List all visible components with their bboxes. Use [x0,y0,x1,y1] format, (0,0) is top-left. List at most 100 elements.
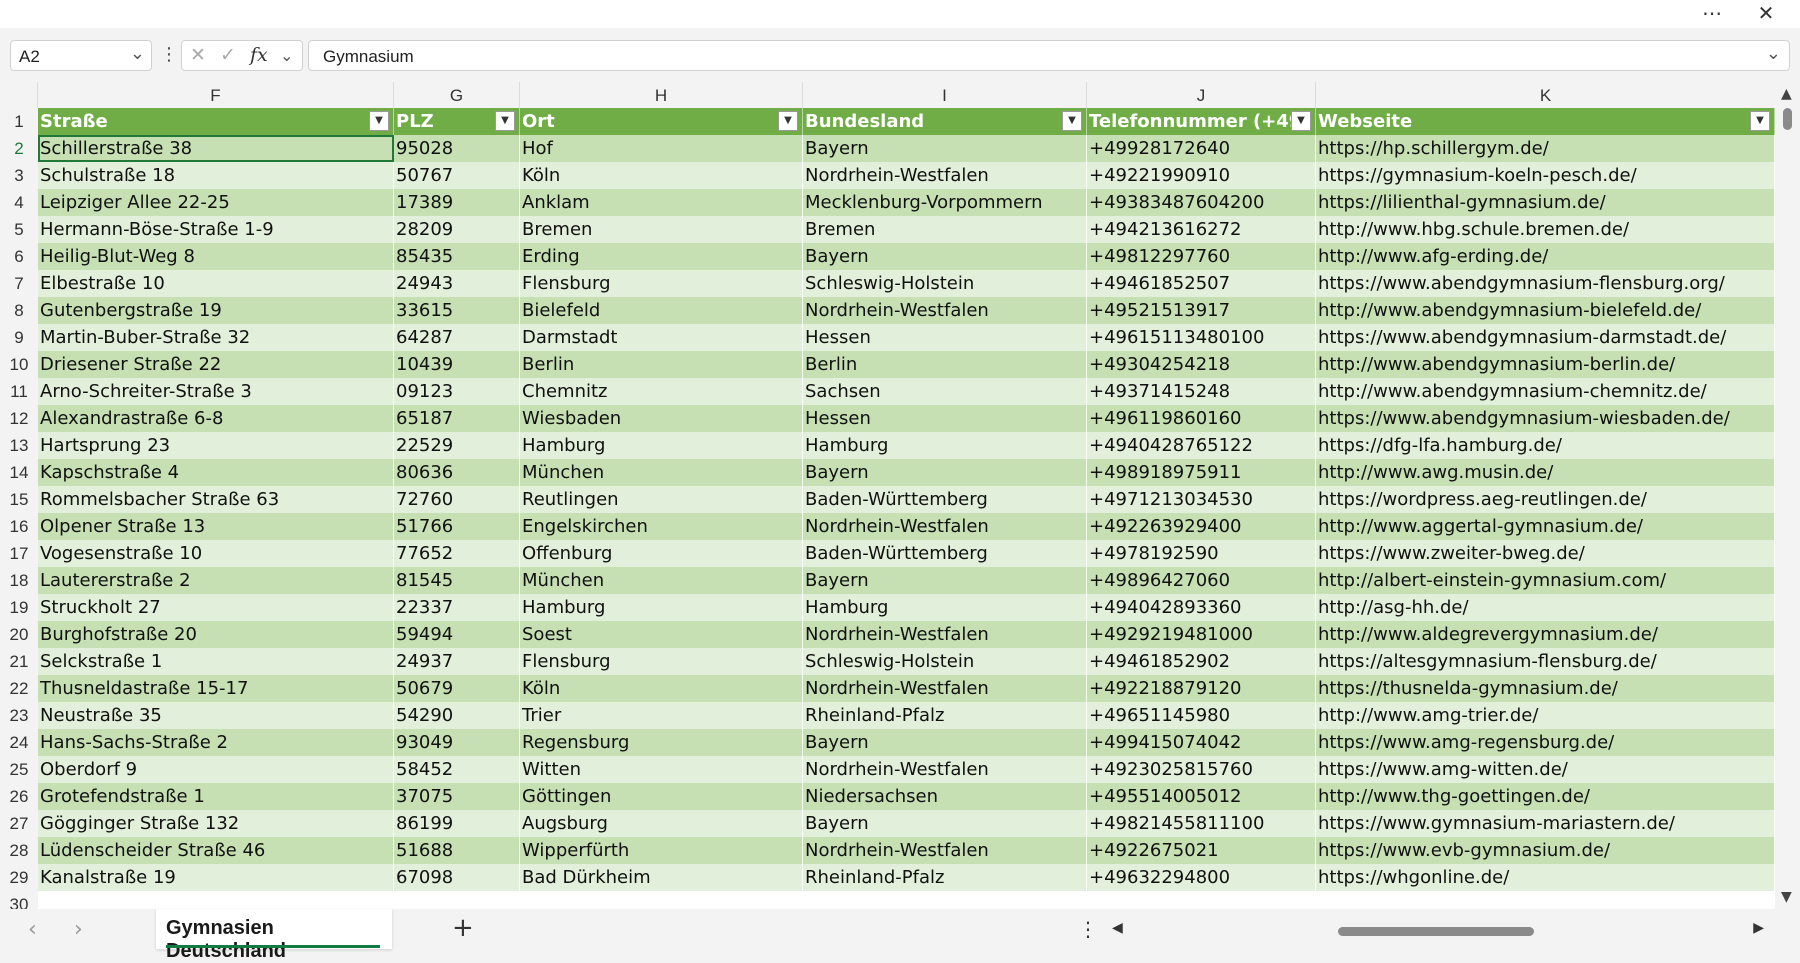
row-header[interactable]: 23 [0,702,38,729]
table-cell[interactable]: Nordrhein-Westfalen [803,513,1087,540]
scroll-up-icon[interactable]: ▲ [1781,86,1792,102]
table-cell[interactable]: Lautererstraße 2 [38,567,394,594]
row-header[interactable]: 3 [0,162,38,189]
header-cell[interactable]: Bundesland ▼ [803,108,1087,135]
table-cell[interactable]: +494042893360 [1087,594,1316,621]
table-cell[interactable]: http://www.aggertal-gymnasium.de/ [1316,513,1775,540]
column-header-f[interactable]: F [38,82,394,108]
row-header[interactable]: 14 [0,459,38,486]
table-cell[interactable]: 95028 [394,135,520,162]
table-cell[interactable]: Bayern [803,135,1087,162]
table-cell[interactable]: Rommelsbacher Straße 63 [38,486,394,513]
next-sheet-icon[interactable]: › [74,917,83,942]
table-cell[interactable]: http://www.awg.musin.de/ [1316,459,1775,486]
table-cell[interactable]: 85435 [394,243,520,270]
row-header[interactable]: 16 [0,513,38,540]
vertical-scrollbar[interactable]: ▲ ▼ [1775,82,1800,909]
table-cell[interactable]: Neustraße 35 [38,702,394,729]
table-cell[interactable]: Anklam [520,189,803,216]
scroll-right-icon[interactable]: ▶ [1753,920,1764,936]
row-header[interactable]: 2 [0,135,38,162]
table-cell[interactable]: Selckstraße 1 [38,648,394,675]
filter-dropdown-icon[interactable]: ▼ [1750,111,1770,131]
table-cell[interactable]: Olpener Straße 13 [38,513,394,540]
table-cell[interactable]: Nordrhein-Westfalen [803,297,1087,324]
table-cell[interactable]: Berlin [520,351,803,378]
table-cell[interactable]: https://www.abendgymnasium-darmstadt.de/ [1316,324,1775,351]
table-cell[interactable]: 10439 [394,351,520,378]
table-cell[interactable]: Bad Dürkheim [520,864,803,891]
chevron-down-icon[interactable]: ⌄ [130,43,145,64]
table-cell[interactable]: Bremen [520,216,803,243]
table-cell[interactable]: +496119860160 [1087,405,1316,432]
name-box[interactable]: A2 ⌄ [10,40,152,71]
table-cell[interactable]: Burghofstraße 20 [38,621,394,648]
row-header[interactable]: 21 [0,648,38,675]
table-cell[interactable]: Kapschstraße 4 [38,459,394,486]
table-cell[interactable]: Kanalstraße 19 [38,864,394,891]
table-cell[interactable]: https://www.amg-witten.de/ [1316,756,1775,783]
table-cell[interactable]: +499415074042 [1087,729,1316,756]
table-cell[interactable]: Nordrhein-Westfalen [803,675,1087,702]
row-header[interactable]: 20 [0,621,38,648]
table-cell[interactable]: http://www.abendgymnasium-berlin.de/ [1316,351,1775,378]
table-cell[interactable]: Darmstadt [520,324,803,351]
table-cell[interactable]: +49632294800 [1087,864,1316,891]
table-cell[interactable]: Schleswig-Holstein [803,270,1087,297]
row-header[interactable]: 15 [0,486,38,513]
column-header-j[interactable]: J [1087,82,1316,108]
table-cell[interactable]: Flensburg [520,270,803,297]
table-cell[interactable]: +49821455811100 [1087,810,1316,837]
table-cell[interactable]: https://www.evb-gymnasium.de/ [1316,837,1775,864]
table-cell[interactable]: Gutenbergstraße 19 [38,297,394,324]
horizontal-scrollbar[interactable]: ◀ ▶ [1108,920,1768,942]
row-header[interactable]: 22 [0,675,38,702]
scroll-down-icon[interactable]: ▼ [1781,889,1792,905]
table-cell[interactable]: Witten [520,756,803,783]
table-cell[interactable]: https://www.zweiter-bweg.de/ [1316,540,1775,567]
table-cell[interactable]: Hamburg [803,432,1087,459]
table-cell[interactable]: https://www.abendgymnasium-wiesbaden.de/ [1316,405,1775,432]
table-cell[interactable]: Baden-Württemberg [803,540,1087,567]
column-header-i[interactable]: I [803,82,1087,108]
table-cell[interactable]: Lüdenscheider Straße 46 [38,837,394,864]
table-cell[interactable]: 81545 [394,567,520,594]
filter-dropdown-icon[interactable]: ▼ [495,111,515,131]
row-header[interactable]: 28 [0,837,38,864]
row-header[interactable]: 13 [0,432,38,459]
table-cell[interactable]: Hessen [803,405,1087,432]
table-cell[interactable]: http://www.abendgymnasium-chemnitz.de/ [1316,378,1775,405]
table-cell[interactable]: Soest [520,621,803,648]
chevron-down-icon[interactable]: ⌄ [280,46,293,65]
table-cell[interactable]: 17389 [394,189,520,216]
row-header[interactable]: 27 [0,810,38,837]
table-cell[interactable]: https://wordpress.aeg-reutlingen.de/ [1316,486,1775,513]
table-cell[interactable]: 72760 [394,486,520,513]
select-all-corner[interactable] [0,82,38,108]
row-header[interactable]: 24 [0,729,38,756]
filter-dropdown-icon[interactable]: ▼ [1062,111,1082,131]
column-header-k[interactable]: K [1316,82,1775,108]
table-cell[interactable]: 22529 [394,432,520,459]
header-cell[interactable]: Ort ▼ [520,108,803,135]
expand-formula-icon[interactable]: ⌄ [1766,43,1781,64]
table-cell[interactable]: Hartsprung 23 [38,432,394,459]
table-cell[interactable]: 58452 [394,756,520,783]
table-cell[interactable]: 59494 [394,621,520,648]
table-cell[interactable]: +49928172640 [1087,135,1316,162]
table-cell[interactable]: Chemnitz [520,378,803,405]
table-cell[interactable]: +492218879120 [1087,675,1316,702]
more-options-icon[interactable]: ⋯ [1690,0,1734,28]
table-cell[interactable]: Martin-Buber-Straße 32 [38,324,394,351]
table-cell[interactable]: +4940428765122 [1087,432,1316,459]
table-cell[interactable]: https://www.amg-regensburg.de/ [1316,729,1775,756]
table-cell[interactable]: Wiesbaden [520,405,803,432]
filter-dropdown-icon[interactable]: ▼ [1291,111,1311,131]
row-header[interactable]: 1 [0,108,38,135]
table-cell[interactable]: https://gymnasium-koeln-pesch.de/ [1316,162,1775,189]
table-cell[interactable]: Thusneldastraße 15-17 [38,675,394,702]
table-cell[interactable]: 64287 [394,324,520,351]
row-header[interactable]: 5 [0,216,38,243]
table-cell[interactable]: Grotefendstraße 1 [38,783,394,810]
table-cell[interactable]: Nordrhein-Westfalen [803,837,1087,864]
